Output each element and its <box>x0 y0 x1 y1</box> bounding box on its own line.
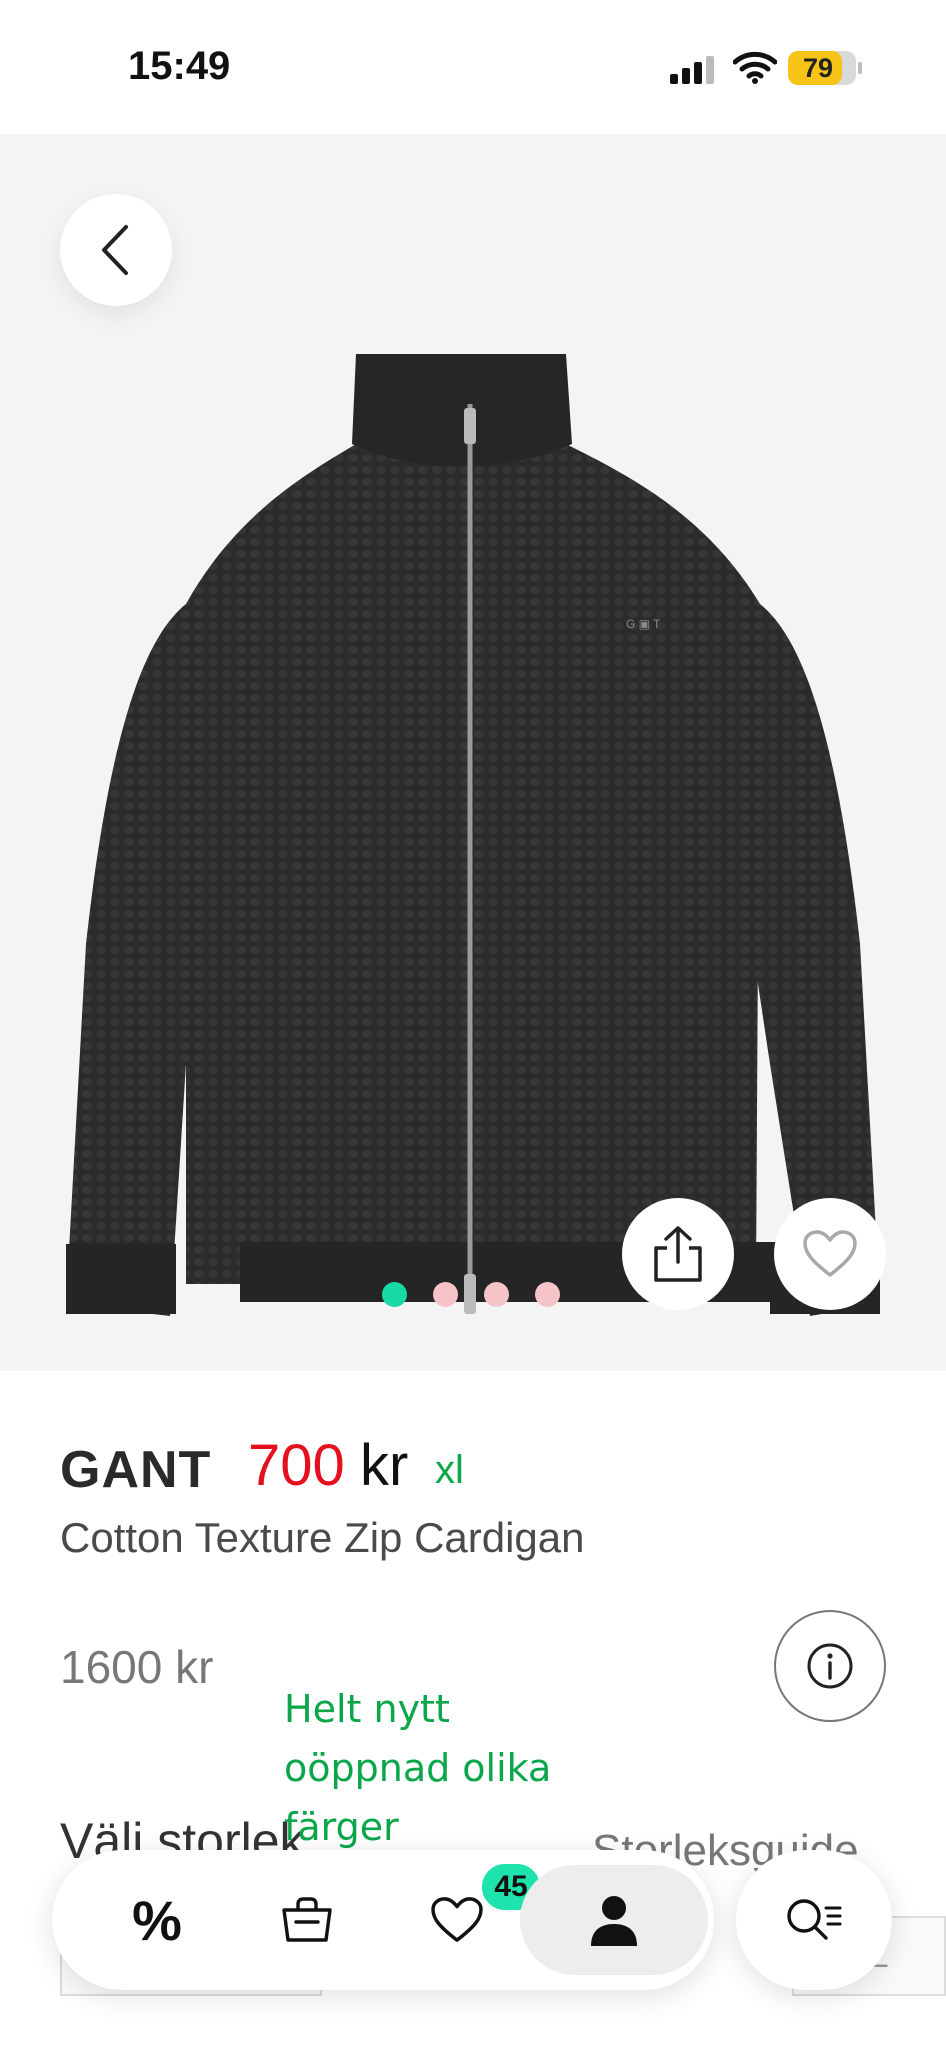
original-price: 1600 kr <box>60 1641 214 1693</box>
product-gallery[interactable]: G ▣ T <box>0 134 946 1371</box>
pagination-dot-active[interactable] <box>382 1282 407 1307</box>
share-button[interactable] <box>622 1198 734 1310</box>
sale-price: 700 <box>248 1433 345 1498</box>
nav-profile[interactable] <box>520 1865 708 1975</box>
cellular-signal-icon <box>670 56 718 84</box>
product-image[interactable]: G ▣ T <box>66 344 880 1324</box>
seller-note: Helt nytt oöppnad olika färger <box>284 1687 552 1849</box>
wifi-icon <box>733 51 777 84</box>
pagination-dot[interactable] <box>484 1282 509 1307</box>
chevron-left-icon <box>102 225 128 275</box>
favorite-button[interactable] <box>774 1198 886 1310</box>
product-name: Cotton Texture Zip Cardigan <box>60 1514 585 1561</box>
heart-icon <box>431 1897 483 1942</box>
size-note: xl <box>435 1448 464 1492</box>
product-brand[interactable]: GANT <box>60 1440 211 1500</box>
status-bar: 15:49 79 <box>0 0 946 134</box>
heart-outline-icon <box>803 1230 857 1277</box>
battery-indicator: 79 <box>788 51 856 85</box>
gallery-pagination[interactable] <box>382 1282 560 1307</box>
percent-icon: % <box>132 1888 182 1952</box>
share-icon <box>654 1226 702 1282</box>
svg-text:G ▣ T: G ▣ T <box>626 617 661 631</box>
status-time: 15:49 <box>128 44 231 88</box>
info-icon <box>807 1643 853 1689</box>
shopping-bag-icon <box>282 1897 332 1942</box>
sale-price-currency: kr <box>360 1433 409 1498</box>
user-icon <box>591 1896 637 1946</box>
nav-bag[interactable] <box>232 1865 382 1975</box>
battery-level: 79 <box>802 53 834 83</box>
pagination-dot[interactable] <box>433 1282 458 1307</box>
pagination-dot[interactable] <box>535 1282 560 1307</box>
nav-discount[interactable]: % <box>82 1865 232 1975</box>
info-button[interactable] <box>774 1610 886 1722</box>
battery-nub <box>858 62 862 74</box>
back-button[interactable] <box>60 194 172 306</box>
search-list-icon <box>787 1899 842 1940</box>
bottom-navigation: % 45 <box>52 1850 714 1990</box>
search-button[interactable] <box>736 1850 892 1990</box>
